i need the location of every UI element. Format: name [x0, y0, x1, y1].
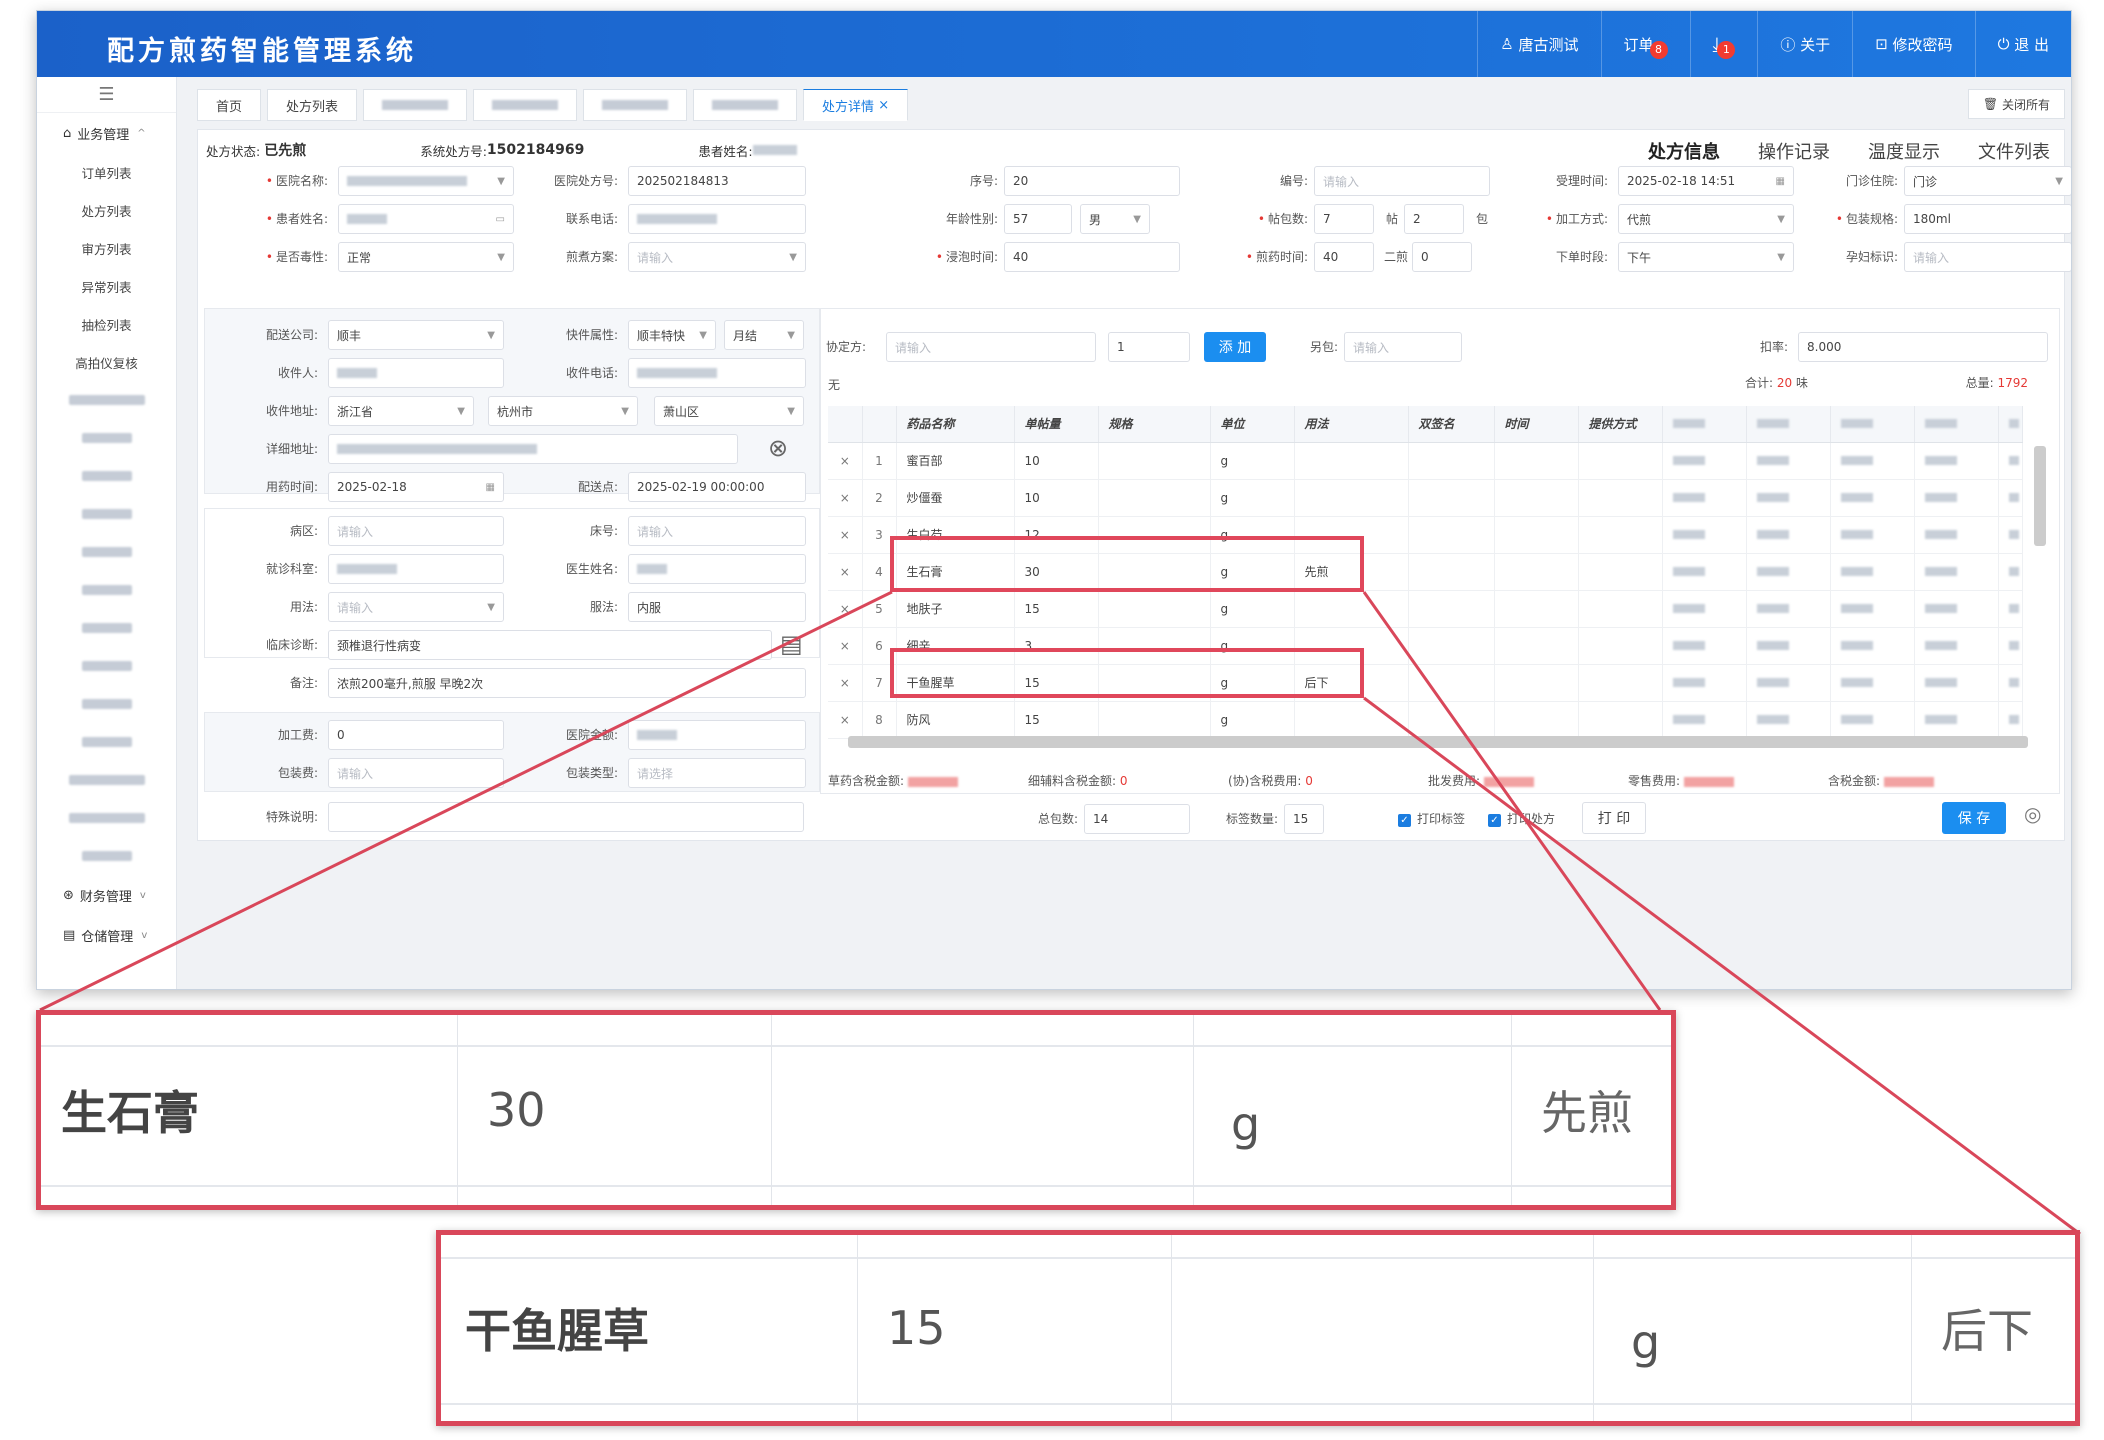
zoom-herb-dose: 15: [887, 1301, 946, 1355]
divider: [1171, 1235, 1172, 1421]
zoom-callout-1: 生石膏 30 g 先煎: [36, 1010, 1676, 1210]
zoom-herb-usage: 先煎: [1541, 1086, 1633, 1140]
zoom-herb-name: 干鱼腥草: [465, 1304, 649, 1358]
zoom-herb-unit: g: [1231, 1097, 1261, 1151]
callout-lines: [39, 590, 2081, 1236]
zoom-herb-usage: 后下: [1941, 1304, 2033, 1358]
zoom-herb-name: 生石膏: [61, 1086, 199, 1140]
divider: [41, 1185, 1671, 1187]
divider: [771, 1015, 772, 1205]
divider: [457, 1015, 458, 1205]
divider: [1911, 1235, 1912, 1421]
zoom-herb-dose: 30: [487, 1083, 546, 1137]
callout-line: [1362, 591, 1662, 1011]
divider: [41, 1045, 1671, 1047]
zoom-herb-unit: g: [1631, 1315, 1661, 1369]
callout-line: [39, 590, 893, 1012]
zoom-callout-2: 干鱼腥草 15 g 后下: [436, 1230, 2080, 1426]
divider: [1593, 1235, 1594, 1421]
divider: [857, 1235, 858, 1421]
divider: [441, 1257, 2075, 1259]
divider: [1511, 1015, 1512, 1205]
divider: [1193, 1015, 1194, 1205]
divider: [441, 1403, 2075, 1405]
